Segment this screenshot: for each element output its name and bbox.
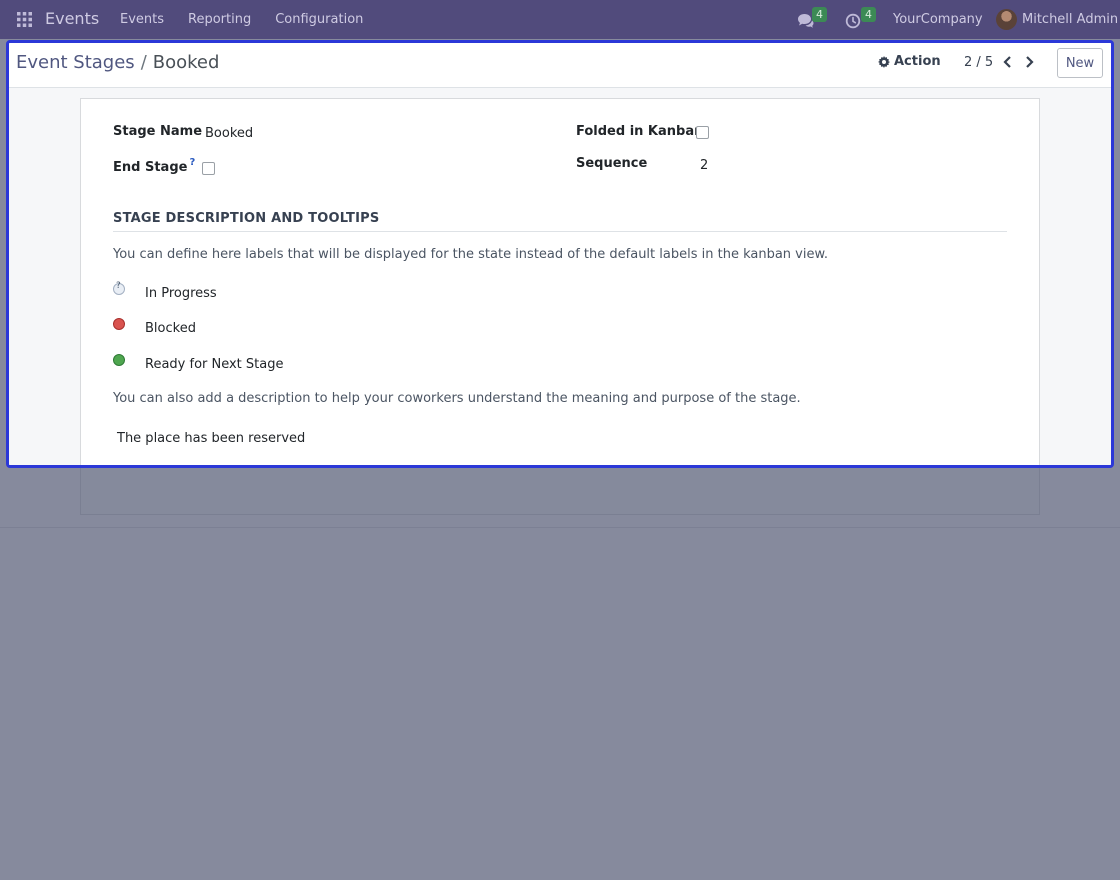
breadcrumb-parent[interactable]: Event Stages	[16, 52, 135, 73]
breadcrumb-separator: /	[140, 52, 147, 73]
ready-label-field[interactable]: Ready for Next Stage	[145, 357, 283, 372]
state-row-ready: Ready for Next Stage	[113, 354, 283, 372]
sequence-field[interactable]: 2	[700, 158, 708, 173]
end-stage-label-text: End Stage	[113, 160, 188, 175]
company-switcher[interactable]: YourCompany	[893, 12, 983, 27]
form-sheet: Stage Name Booked End Stage? Folded in K…	[80, 98, 1040, 465]
blocked-label-field[interactable]: Blocked	[145, 321, 196, 336]
messages-count-badge: 4	[812, 7, 827, 22]
main-menu: Events Reporting Configuration	[120, 12, 363, 27]
clock-icon	[845, 13, 861, 28]
description-field[interactable]: The place has been reserved	[117, 431, 305, 446]
action-button[interactable]: Action	[878, 54, 941, 69]
blocked-status-icon	[113, 318, 125, 330]
description-hint: You can also add a description to help y…	[113, 391, 801, 406]
intro-text: You can define here labels that will be …	[113, 247, 829, 262]
menu-configuration[interactable]: Configuration	[275, 12, 363, 27]
sequence-label: Sequence	[576, 156, 648, 171]
folded-in-kanban-label: Folded in Kanban	[576, 124, 704, 139]
user-menu[interactable]: Mitchell Admin	[1022, 12, 1118, 27]
stage-name-label: Stage Name	[113, 124, 203, 139]
chevron-right-icon	[1025, 56, 1034, 68]
top-navbar: Events Events Reporting Configuration 4 …	[0, 0, 1120, 39]
apps-grid-icon[interactable]	[17, 12, 32, 27]
ready-status-icon	[113, 354, 125, 366]
help-tooltip-icon[interactable]: ?	[189, 157, 195, 168]
activities-button[interactable]: 4	[845, 0, 876, 39]
section-title: STAGE DESCRIPTION AND TOOLTIPS	[113, 211, 1007, 232]
gear-icon	[878, 55, 890, 68]
breadcrumb-current: Booked	[152, 52, 220, 73]
pager-next-button[interactable]	[1021, 53, 1037, 71]
state-row-blocked: Blocked	[113, 318, 196, 336]
breadcrumb: Event Stages / Booked	[16, 52, 219, 73]
end-stage-label: End Stage?	[113, 157, 195, 175]
new-record-button[interactable]: New	[1057, 48, 1103, 78]
control-panel: Event Stages / Booked Action 2 / 5 New	[9, 43, 1111, 88]
stage-name-field[interactable]: Booked	[205, 126, 253, 141]
messages-button[interactable]: 4	[797, 0, 827, 39]
chevron-left-icon	[1002, 56, 1011, 68]
end-stage-checkbox[interactable]	[202, 162, 215, 175]
folded-in-kanban-checkbox[interactable]	[696, 126, 709, 139]
app-brand[interactable]: Events	[45, 9, 99, 28]
state-row-in-progress: In Progress	[113, 281, 217, 301]
activities-count-badge: 4	[861, 7, 876, 22]
menu-reporting[interactable]: Reporting	[188, 12, 251, 27]
pager-previous-button[interactable]	[999, 53, 1015, 71]
menu-events[interactable]: Events	[120, 12, 164, 27]
form-view-panel: Event Stages / Booked Action 2 / 5 New Sta…	[6, 40, 1114, 468]
form-sheet-lower	[80, 468, 1040, 515]
user-avatar[interactable]	[996, 9, 1017, 30]
in-progress-label-field[interactable]: In Progress	[145, 286, 217, 301]
in-progress-status-icon	[113, 281, 125, 295]
pager-value[interactable]: 2 / 5	[964, 55, 993, 70]
action-label: Action	[894, 54, 941, 69]
